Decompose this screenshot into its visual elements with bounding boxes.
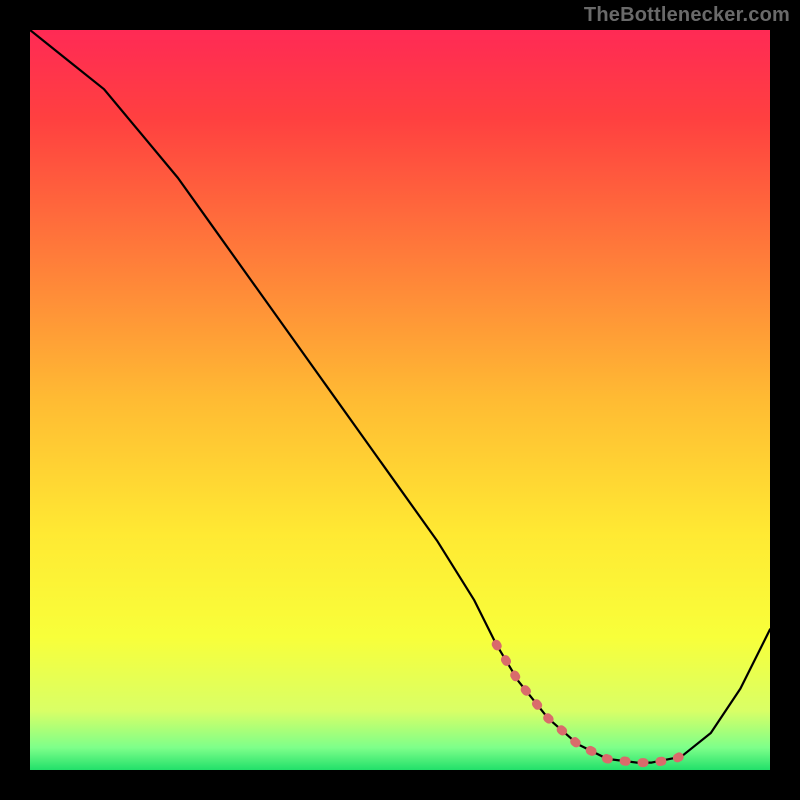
plot-area (30, 30, 770, 770)
chart-container: TheBottlenecker.com (0, 0, 800, 800)
plot-svg (30, 30, 770, 770)
gradient-background (30, 30, 770, 770)
attribution-label: TheBottlenecker.com (584, 4, 790, 27)
